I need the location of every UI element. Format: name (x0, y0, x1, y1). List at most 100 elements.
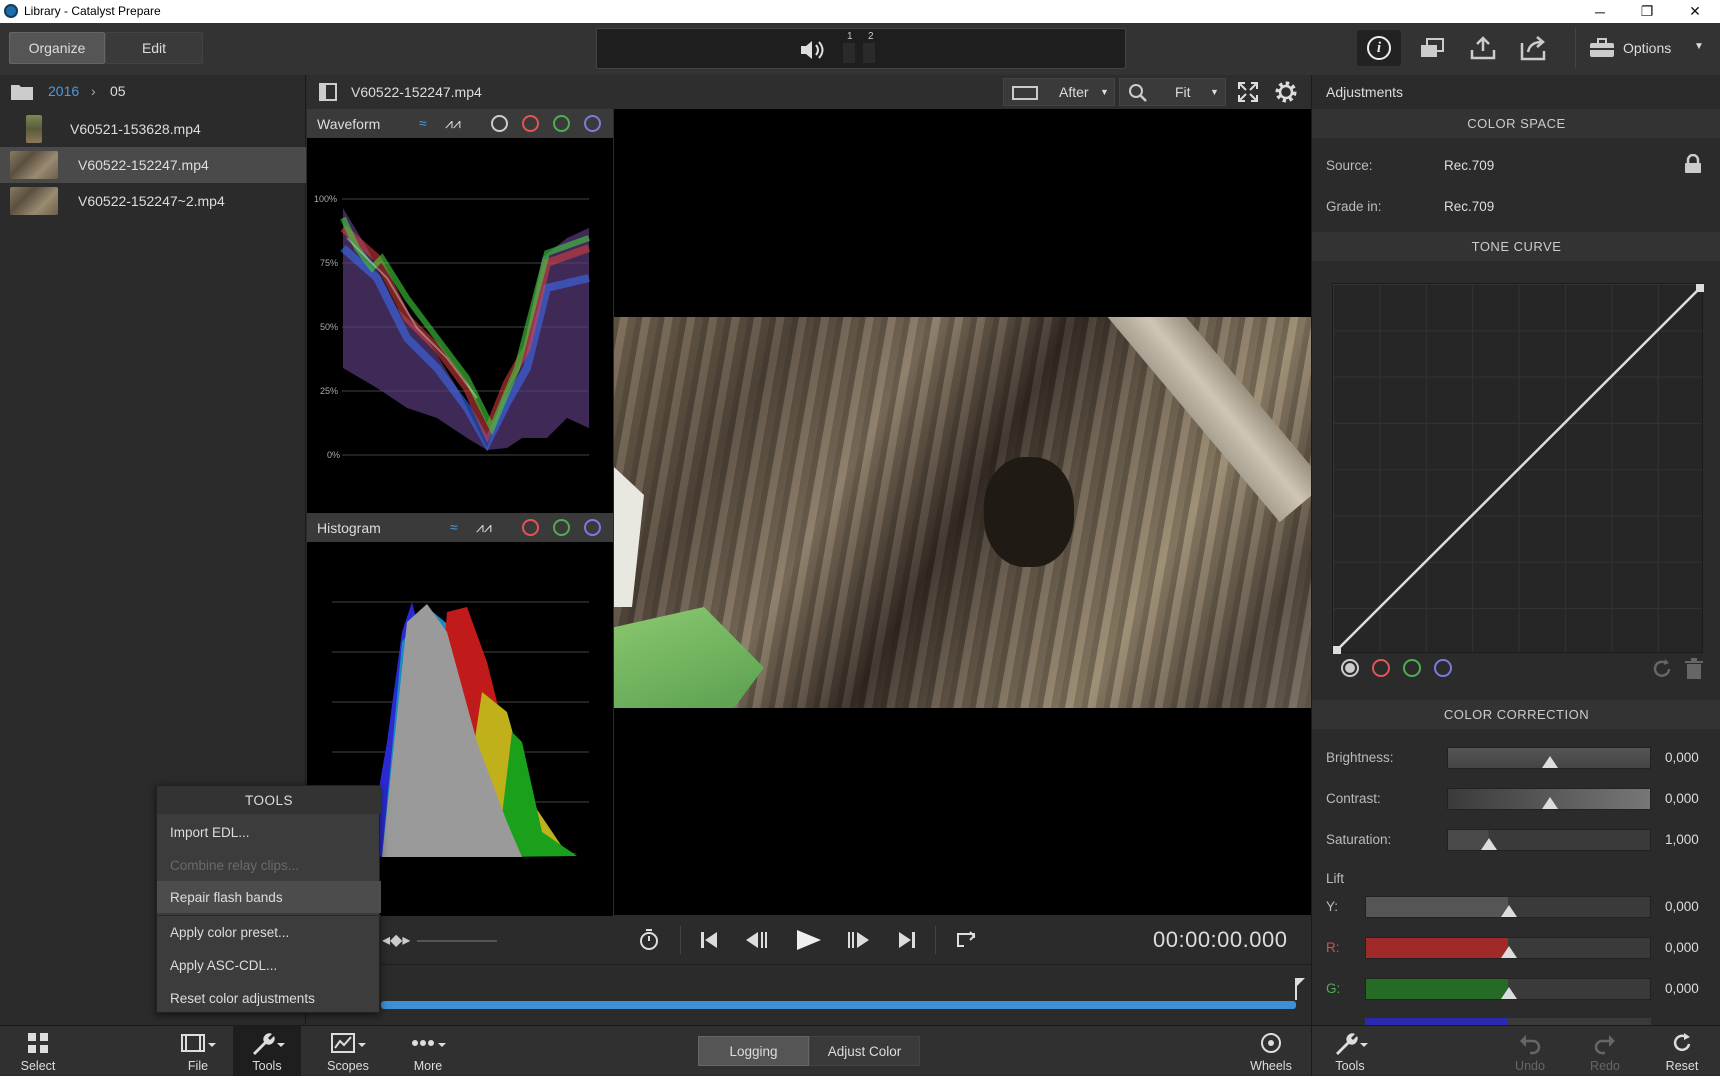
tools-right-button[interactable]: Tools (1322, 1026, 1378, 1076)
adjust-color-tab[interactable]: Adjust Color (809, 1036, 920, 1066)
edit-button[interactable]: Edit (105, 32, 203, 64)
gear-icon[interactable] (1273, 79, 1299, 105)
lift-b-slider[interactable] (1365, 1018, 1651, 1025)
slider-thumb[interactable] (1542, 797, 1558, 809)
lift-r-slider[interactable] (1365, 937, 1651, 959)
skip-to-start-icon[interactable] (699, 930, 719, 950)
fullscreen-icon[interactable] (1237, 81, 1259, 103)
wheels-button[interactable]: Wheels (1246, 1026, 1296, 1076)
grade-in-value[interactable]: Rec.709 (1444, 199, 1494, 214)
play-icon[interactable] (793, 928, 823, 952)
color-space-header[interactable]: COLOR SPACE (1312, 109, 1720, 138)
tone-curve-header[interactable]: TONE CURVE (1312, 232, 1720, 261)
file-item[interactable]: V60521-153628.mp4 (0, 111, 306, 147)
lift-r-value[interactable]: 0,000 (1665, 940, 1699, 955)
trash-icon[interactable] (1684, 658, 1704, 680)
lift-y-value[interactable]: 0,000 (1665, 899, 1699, 914)
upload-icon[interactable] (1470, 35, 1496, 61)
step-forward-icon[interactable] (845, 930, 871, 950)
loop-icon[interactable] (954, 930, 978, 950)
slider-thumb[interactable] (1542, 756, 1558, 768)
overlay-icon[interactable]: ≈ (450, 519, 458, 535)
logging-tab[interactable]: Logging (698, 1036, 809, 1066)
undo-button[interactable]: Undo (1510, 1026, 1550, 1076)
file-item[interactable]: V60522-152247~2.mp4 (0, 183, 306, 219)
brightness-slider[interactable] (1447, 747, 1651, 769)
slider-thumb[interactable] (1501, 905, 1517, 917)
blue-curve-icon[interactable] (1434, 659, 1452, 677)
source-value[interactable]: Rec.709 (1444, 158, 1494, 173)
info-button[interactable]: i (1357, 30, 1401, 66)
luma-curve-icon[interactable] (1341, 659, 1359, 677)
lift-g-slider[interactable] (1365, 978, 1651, 1000)
breadcrumb-year[interactable]: 2016 (48, 83, 79, 99)
speaker-icon[interactable] (799, 39, 827, 61)
file-button[interactable]: File (168, 1026, 228, 1076)
luma-channel-icon[interactable] (491, 115, 508, 132)
tone-curve-graph[interactable] (1332, 283, 1704, 654)
red-channel-icon[interactable] (522, 115, 539, 132)
red-channel-icon[interactable] (522, 519, 539, 536)
reset-button[interactable]: Reset (1660, 1026, 1704, 1076)
slider-thumb[interactable] (1481, 838, 1497, 850)
contrast-value[interactable]: 0,000 (1665, 791, 1699, 806)
share-icon[interactable] (1520, 35, 1548, 61)
blue-channel-icon[interactable] (584, 115, 601, 132)
skip-to-end-icon[interactable] (897, 930, 917, 950)
saturation-slider[interactable] (1447, 829, 1651, 851)
redo-button[interactable]: Redo (1585, 1026, 1625, 1076)
green-curve-icon[interactable] (1403, 659, 1421, 677)
minimize-button[interactable]: ─ (1578, 0, 1622, 23)
folder-icon[interactable] (10, 83, 34, 101)
view-mode-dropdown[interactable]: After ▼ (1003, 78, 1115, 106)
lift-y-slider[interactable] (1365, 896, 1651, 918)
menu-item-repair-flash-bands[interactable]: Repair flash bands (157, 881, 381, 913)
menu-item-apply-color-preset[interactable]: Apply color preset... (157, 916, 381, 948)
blue-channel-icon[interactable] (584, 519, 601, 536)
clip-bar[interactable] (381, 1001, 1296, 1009)
lift-g-value[interactable]: 0,000 (1665, 981, 1699, 996)
scopes-button[interactable]: Scopes (320, 1026, 376, 1076)
reset-curve-icon[interactable] (1651, 658, 1673, 680)
contrast-slider[interactable] (1447, 788, 1651, 810)
organize-button[interactable]: Organize (9, 32, 105, 64)
slider-thumb[interactable] (1501, 946, 1517, 958)
jog-slider[interactable] (417, 940, 497, 942)
copy-layers-icon[interactable] (1419, 37, 1445, 61)
tools-right-label: Tools (1335, 1059, 1365, 1073)
color-correction-header[interactable]: COLOR CORRECTION (1312, 700, 1720, 729)
lift-y-label: Y: (1326, 899, 1339, 914)
select-button[interactable]: Select (8, 1026, 68, 1076)
overlay-icon[interactable]: ≈ (419, 115, 427, 131)
menu-item-apply-asc-cdl[interactable]: Apply ASC-CDL... (157, 949, 381, 981)
parade-icon[interactable]: ⩘⩘ (476, 519, 492, 536)
green-channel-icon[interactable] (553, 519, 570, 536)
maximize-button[interactable]: ❐ (1625, 0, 1669, 23)
green-channel-icon[interactable] (553, 115, 570, 132)
saturation-value[interactable]: 1,000 (1665, 832, 1699, 847)
briefcase-icon[interactable] (1589, 38, 1615, 58)
brightness-value[interactable]: 0,000 (1665, 750, 1699, 765)
breadcrumb-month[interactable]: 05 (110, 83, 126, 99)
step-back-icon[interactable] (744, 930, 770, 950)
menu-item-import-edl[interactable]: Import EDL... (157, 816, 381, 848)
tools-button[interactable]: Tools (233, 1026, 301, 1076)
red-curve-icon[interactable] (1372, 659, 1390, 677)
timer-icon[interactable] (638, 928, 660, 952)
jog-icon[interactable]: ◂◆▸ (382, 930, 410, 950)
timeline[interactable] (307, 964, 1311, 1024)
chevron-down-icon[interactable]: ▼ (1694, 41, 1704, 52)
lock-icon[interactable] (1684, 154, 1702, 174)
menu-item-reset-color-adjustments[interactable]: Reset color adjustments (157, 982, 381, 1014)
parade-icon[interactable]: ⩘⩘ (445, 115, 461, 132)
wheel-icon (1261, 1033, 1281, 1053)
collapse-panel-icon[interactable] (319, 83, 337, 101)
slider-thumb[interactable] (1501, 987, 1517, 999)
more-button[interactable]: More (400, 1026, 456, 1076)
options-button[interactable]: Options (1623, 40, 1671, 56)
file-item-selected[interactable]: V60522-152247.mp4 (0, 147, 306, 183)
close-button[interactable]: ✕ (1673, 0, 1717, 23)
zoom-dropdown[interactable]: Fit ▼ (1119, 78, 1226, 106)
tree-hollow (984, 457, 1074, 567)
video-viewer[interactable] (614, 109, 1311, 915)
